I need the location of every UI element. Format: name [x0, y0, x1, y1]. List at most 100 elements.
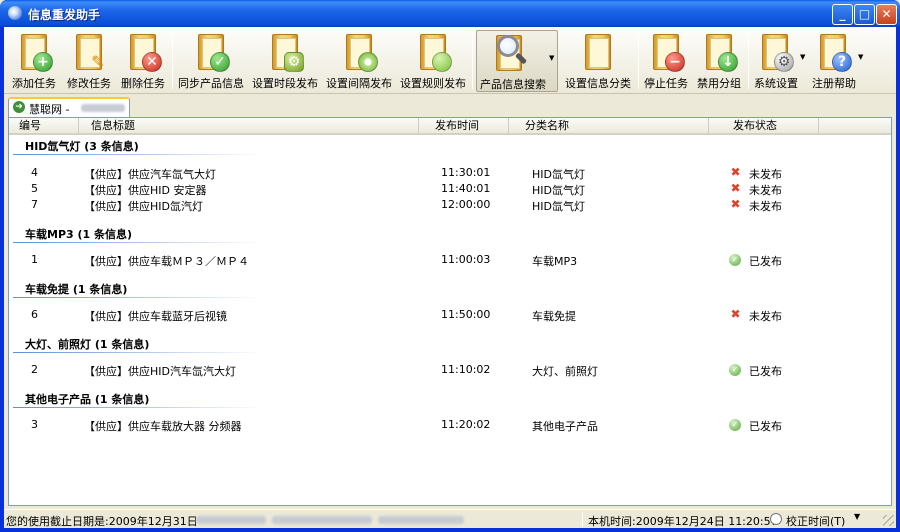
schedule-publish-button[interactable]: ⚙ 设置时段发布: [250, 30, 320, 92]
task-list: 编号 信息标题 发布时间 分类名称 发布状态 HID氙气灯 (3 条信息) 4 …: [8, 117, 892, 506]
group-header[interactable]: HID氙气灯 (3 条信息): [9, 136, 891, 156]
group-header[interactable]: 车载MP3 (1 条信息): [9, 224, 891, 244]
register-help-button[interactable]: ? ▼ 注册帮助: [810, 30, 866, 92]
minimize-button[interactable]: _: [832, 4, 853, 25]
list-header: 编号 信息标题 发布时间 分类名称 发布状态: [9, 118, 891, 135]
row-time: 12:00:00: [441, 198, 491, 211]
row-title: 【供应】供应HID氙汽灯: [84, 200, 203, 213]
product-search-button[interactable]: ▼ 产品信息搜索: [476, 30, 558, 92]
system-settings-button[interactable]: ⚙ ▼ 系统设置: [752, 30, 808, 92]
group-title: 车载免提 (1 条信息): [25, 283, 128, 296]
column-header-status[interactable]: 发布状态: [709, 118, 819, 135]
set-category-button[interactable]: 设置信息分类: [562, 30, 634, 92]
table-row[interactable]: 1 【供应】供应车载ＭＰ３／ＭＰ４ 11:00:03 车载MP3 ✓ 已发布: [9, 252, 891, 268]
red-x-icon: ✖: [730, 165, 741, 179]
interval-publish-button[interactable]: 设置间隔发布: [324, 30, 394, 92]
row-time: 11:20:02: [441, 418, 491, 431]
disable-group-label: 禁用分组: [697, 77, 741, 90]
group-header[interactable]: 车载免提 (1 条信息): [9, 279, 891, 299]
row-id: 6: [31, 308, 38, 321]
row-time: 11:40:01: [441, 182, 491, 195]
dropdown-arrow-icon[interactable]: ▼: [854, 512, 860, 521]
red-x-icon: ✖: [730, 307, 741, 321]
green-check-icon: ✓: [729, 364, 741, 376]
group-title: 车载MP3 (1 条信息): [25, 228, 133, 241]
minus-icon: −: [665, 52, 685, 72]
column-header-title[interactable]: 信息标题: [79, 118, 419, 135]
resize-grip[interactable]: [883, 515, 894, 526]
app-icon[interactable]: [8, 6, 22, 20]
toolbar-separator: [638, 33, 639, 89]
row-title: 【供应】供应汽车氙气大灯: [84, 168, 216, 181]
title-bar[interactable]: 信息重发助手 _ □ ✕: [0, 0, 900, 27]
group-header[interactable]: 其他电子产品 (1 条信息): [9, 389, 891, 409]
table-row[interactable]: 4 【供应】供应汽车氙气大灯 11:30:01 HID氙气灯 ✖ 未发布: [9, 165, 891, 182]
group-header[interactable]: 大灯、前照灯 (1 条信息): [9, 334, 891, 354]
tab-label: 慧聪网 -: [29, 103, 70, 116]
maximize-button[interactable]: □: [854, 4, 875, 25]
check-icon: ✓: [210, 52, 230, 72]
group-title: HID氙气灯 (3 条信息): [25, 140, 139, 153]
tab-huicong[interactable]: ➜ 慧聪网 -: [8, 97, 130, 117]
green-check-icon: ✓: [729, 254, 741, 266]
row-title: 【供应】供应HID 安定器: [84, 184, 207, 197]
app-window: 信息重发助手 _ □ ✕ + 添加任务 ✎ 修改任务 ✕ 删除任务 ✓ 同步产品…: [0, 0, 900, 532]
plus-icon: +: [33, 52, 53, 72]
status-bar: 您的使用截止日期是:2009年12月31日 本机时间:2009年12月24日 1…: [4, 509, 896, 528]
close-button[interactable]: ✕: [876, 4, 897, 25]
redacted-text: [81, 104, 125, 112]
toolbar-separator: [172, 33, 173, 89]
row-category: 大灯、前照灯: [532, 365, 598, 378]
toolbar-separator: [472, 33, 473, 89]
dropdown-arrow-icon[interactable]: ▼: [858, 53, 863, 61]
column-header-time[interactable]: 发布时间: [419, 118, 509, 135]
local-time-text: 本机时间:2009年12月24日 11:20:57: [588, 515, 778, 528]
add-task-button[interactable]: + 添加任务: [10, 30, 58, 92]
row-id: 1: [31, 253, 38, 266]
sync-product-label: 同步产品信息: [178, 77, 244, 90]
table-row[interactable]: 7 【供应】供应HID氙汽灯 12:00:00 HID氙气灯 ✖ 未发布: [9, 197, 891, 214]
row-id: 5: [31, 182, 38, 195]
ball-icon: [432, 52, 452, 72]
delete-task-label: 删除任务: [121, 77, 165, 90]
row-id: 4: [31, 166, 38, 179]
stop-task-button[interactable]: − 停止任务: [642, 30, 690, 92]
delete-task-button[interactable]: ✕ 删除任务: [118, 30, 168, 92]
edit-task-button[interactable]: ✎ 修改任务: [64, 30, 114, 92]
rule-publish-button[interactable]: 设置规则发布: [398, 30, 468, 92]
row-category: 车载MP3: [532, 255, 578, 268]
schedule-publish-label: 设置时段发布: [252, 77, 318, 90]
row-time: 11:30:01: [441, 166, 491, 179]
help-icon: ?: [832, 52, 852, 72]
table-row[interactable]: 5 【供应】供应HID 安定器 11:40:01 HID氙气灯 ✖ 未发布: [9, 181, 891, 198]
table-row[interactable]: 2 【供应】供应HID汽车氙汽大灯 11:10:02 大灯、前照灯 ✓ 已发布: [9, 362, 891, 378]
system-settings-label: 系统设置: [754, 77, 798, 90]
row-category: 车载免提: [532, 310, 576, 323]
row-id: 2: [31, 363, 38, 376]
register-help-label: 注册帮助: [812, 77, 856, 90]
window-title: 信息重发助手: [28, 8, 101, 22]
expiry-date-text: 您的使用截止日期是:2009年12月31日: [6, 515, 198, 528]
column-header-id[interactable]: 编号: [9, 118, 79, 135]
down-arrow-icon: ↓: [718, 52, 738, 72]
table-row[interactable]: 3 【供应】供应车载放大器 分频器 11:20:02 其他电子产品 ✓ 已发布: [9, 417, 891, 433]
rule-publish-label: 设置规则发布: [400, 77, 466, 90]
dropdown-arrow-icon[interactable]: ▼: [549, 54, 554, 62]
delete-x-icon: ✕: [142, 52, 162, 72]
row-time: 11:10:02: [441, 363, 491, 376]
disable-group-button[interactable]: ↓ 禁用分组: [694, 30, 744, 92]
clock-icon[interactable]: [770, 513, 782, 525]
table-row[interactable]: 6 【供应】供应车载蓝牙后视镜 11:50:00 车载免提 ✖ 未发布: [9, 307, 891, 324]
interval-publish-label: 设置间隔发布: [326, 77, 392, 90]
gear-icon: ⚙: [774, 52, 794, 72]
sync-product-button[interactable]: ✓ 同步产品信息: [176, 30, 246, 92]
row-id: 7: [31, 198, 38, 211]
dropdown-arrow-icon[interactable]: ▼: [800, 53, 805, 61]
group-title: 大灯、前照灯 (1 条信息): [25, 338, 150, 351]
arrow-right-icon: ➜: [13, 101, 25, 113]
pencil-icon: ✎: [91, 52, 105, 71]
correct-time-button[interactable]: 校正时间(T): [786, 513, 845, 529]
redacted-text: [196, 516, 266, 524]
column-header-category[interactable]: 分类名称: [509, 118, 709, 135]
row-title: 【供应】供应车载ＭＰ３／ＭＰ４: [84, 255, 249, 268]
